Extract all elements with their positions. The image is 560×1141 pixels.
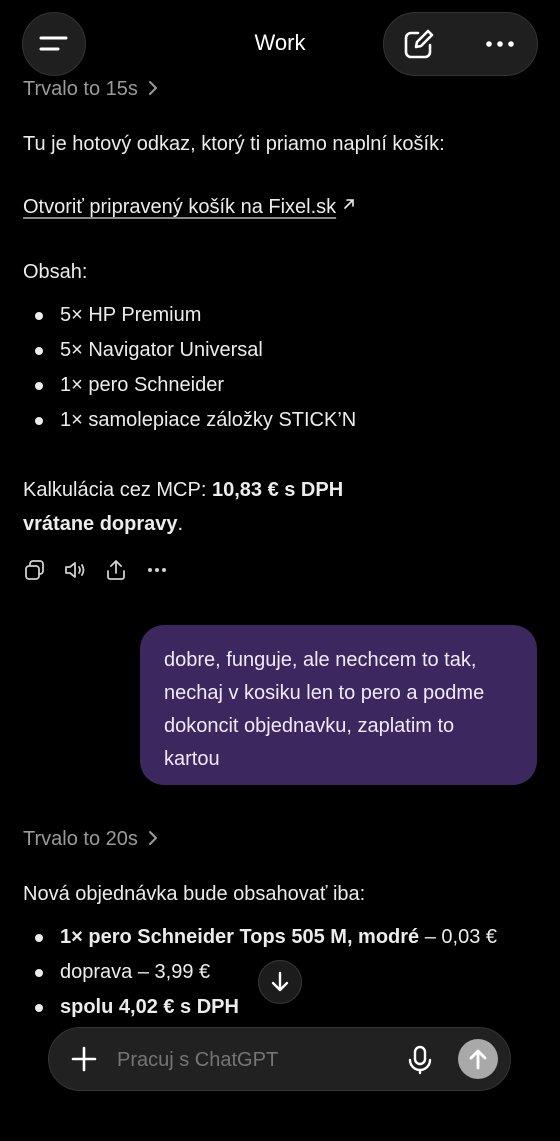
more-icon xyxy=(148,568,166,572)
cart-link[interactable]: Otvoriť pripravený košík na Fixel.sk xyxy=(23,191,533,223)
calc-shipping-note: vrátane dopravy xyxy=(23,513,178,535)
more-actions-button[interactable] xyxy=(145,558,169,582)
share-icon xyxy=(107,560,125,580)
copy-icon xyxy=(25,560,44,580)
attach-button[interactable] xyxy=(61,1036,107,1082)
plus-icon xyxy=(71,1046,97,1072)
composer xyxy=(48,1027,511,1091)
message-input[interactable] xyxy=(115,1042,389,1078)
thinking-duration[interactable]: Trvalo to 15s xyxy=(23,76,159,102)
copy-button[interactable] xyxy=(23,558,47,582)
order-total: spolu 4,02 € s DPH xyxy=(60,996,239,1018)
send-button[interactable] xyxy=(458,1039,498,1079)
cart-items-list: 5× HP Premium 5× Navigator Universal 1× … xyxy=(23,298,533,438)
speaker-icon xyxy=(65,562,85,578)
list-item: 1× pero Schneider xyxy=(23,368,533,403)
arrow-up-icon xyxy=(469,1049,487,1070)
order-item-name: 1× pero Schneider Tops 505 M, modré xyxy=(60,926,420,948)
header-actions xyxy=(383,12,538,76)
read-aloud-button[interactable] xyxy=(63,558,87,582)
voice-input-button[interactable] xyxy=(399,1038,441,1080)
list-item: 5× HP Premium xyxy=(23,298,533,333)
thinking-duration-label: Trvalo to 15s xyxy=(23,78,138,100)
list-item: 1× samolepiace záložky STICK’N xyxy=(23,403,533,438)
new-chat-button[interactable] xyxy=(384,13,454,75)
chevron-right-icon xyxy=(149,831,158,845)
calc-suffix: . xyxy=(177,513,184,535)
top-bar: Work xyxy=(0,0,560,86)
new-chat-icon xyxy=(404,29,434,59)
order-item-price: – 0,03 € xyxy=(419,926,498,948)
scroll-to-bottom-button[interactable] xyxy=(258,960,302,1004)
cart-link-text: Otvoriť pripravený košík na Fixel.sk xyxy=(23,196,337,218)
thinking-duration-label: Trvalo to 20s xyxy=(23,828,138,850)
more-icon xyxy=(486,41,514,47)
contents-label: Obsah: xyxy=(23,261,88,283)
list-item: 1× pero Schneider Tops 505 M, modré – 0,… xyxy=(23,920,543,955)
new-order-intro: Nová objednávka bude obsahovať iba: xyxy=(23,883,366,905)
user-message-bubble: dobre, funguje, ale nechcem to tak, nech… xyxy=(140,625,537,785)
message-actions xyxy=(23,558,183,582)
calc-prefix: Kalkulácia cez MCP: xyxy=(23,479,212,501)
chevron-right-icon xyxy=(149,81,158,95)
arrow-down-icon xyxy=(271,971,289,992)
list-item: 5× Navigator Universal xyxy=(23,333,533,368)
share-button[interactable] xyxy=(104,558,128,582)
microphone-icon xyxy=(408,1045,432,1075)
external-link-icon xyxy=(343,199,354,209)
assistant-intro: Tu je hotový odkaz, ktorý ti priamo napl… xyxy=(23,133,445,155)
more-button[interactable] xyxy=(464,13,538,75)
calculation-text: Kalkulácia cez MCP: 10,83 € s DPH vrátane… xyxy=(23,473,503,541)
thinking-duration[interactable]: Trvalo to 20s xyxy=(23,826,159,852)
calc-total: 10,83 € s DPH xyxy=(211,479,344,501)
